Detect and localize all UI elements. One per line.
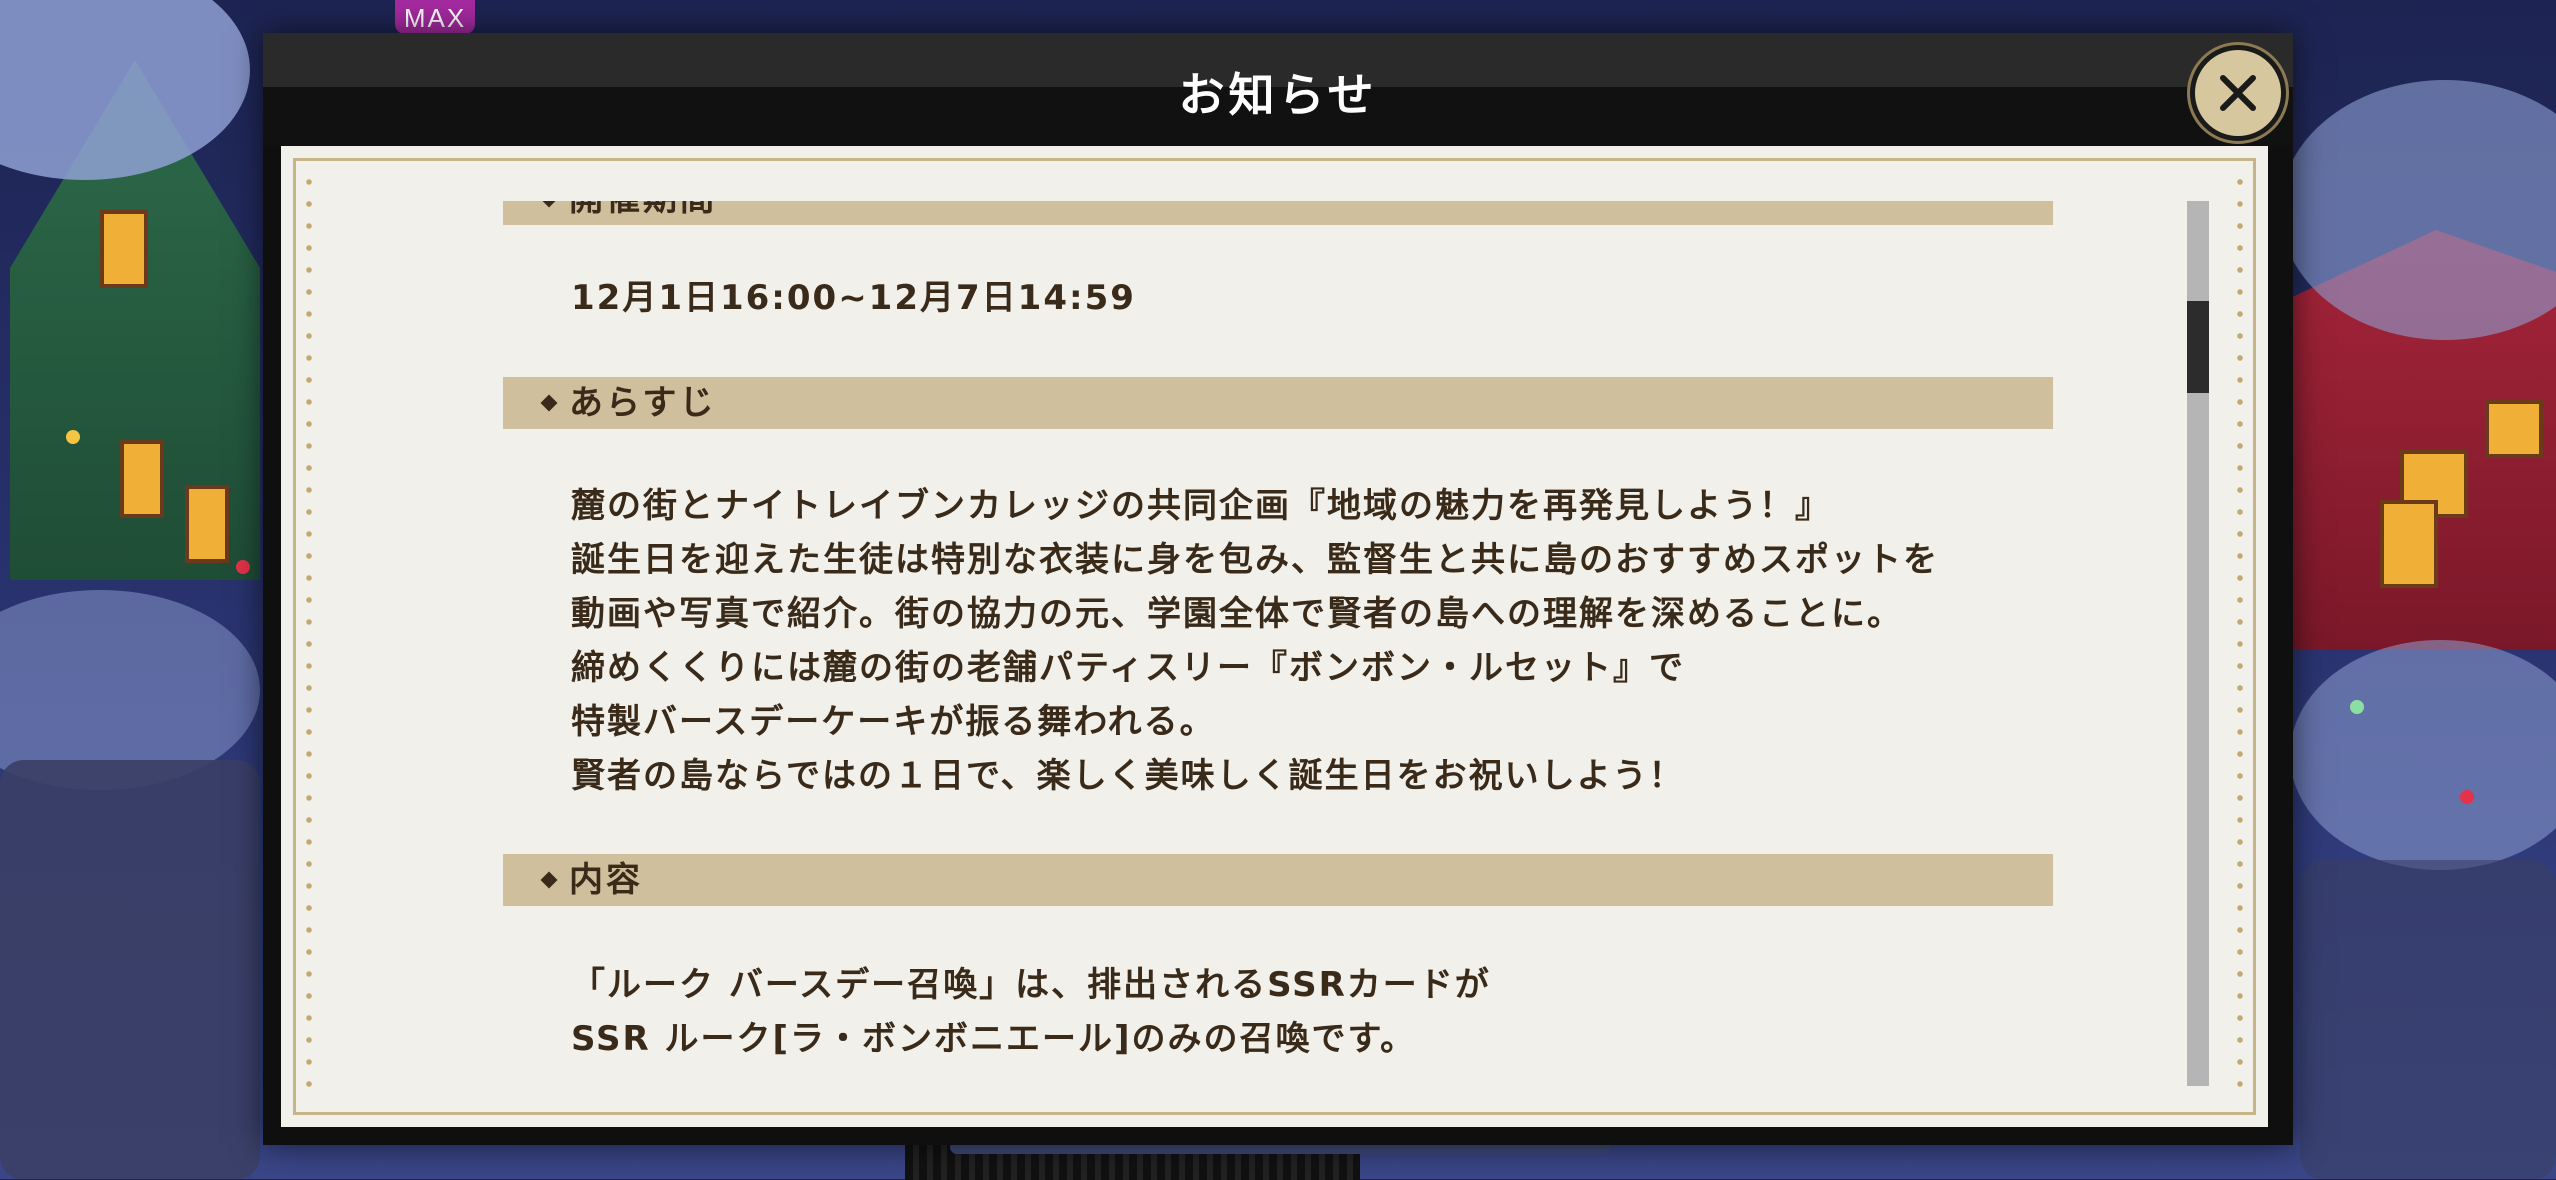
content-body: 「ルーク バースデー召喚」は、排出されるSSRカードが SSR ルーク[ラ・ボン… <box>503 958 2053 1066</box>
light-bulb <box>2460 790 2474 804</box>
snow-decoration <box>2290 640 2556 870</box>
window-light <box>120 440 164 518</box>
window-light <box>2485 400 2543 458</box>
body-line: 麓の街とナイトレイブンカレッジの共同企画『地域の魅力を再発見しよう！』 <box>571 486 1831 526</box>
diamond-bullet-icon <box>540 394 558 412</box>
rock-decoration <box>0 760 260 1179</box>
section-heading-label: 内容 <box>569 860 643 900</box>
close-button[interactable] <box>2190 45 2286 141</box>
light-bulb <box>236 560 250 574</box>
body-line: 誕生日を迎えた生徒は特別な衣装に身を包み、監督生と共に島のおすすめスポットを <box>571 540 1939 580</box>
diamond-bullet-icon <box>540 201 558 208</box>
section-heading-label: 開催期間 <box>569 201 717 219</box>
section-heading-period: 開催期間 <box>503 201 2053 225</box>
max-badge: MAX <box>395 0 475 34</box>
section-heading-synopsis: あらすじ <box>503 377 2053 429</box>
scrollbar-track[interactable] <box>2187 201 2209 1086</box>
body-line: 特製バースデーケーキが振る舞われる。 <box>571 702 1216 742</box>
notice-content[interactable]: 開催期間 12月1日16:00~12月7日14:59 あらすじ 麓の街とナイトレ… <box>503 201 2053 1094</box>
section-heading-label: あらすじ <box>569 383 717 423</box>
body-line: 動画や写真で紹介。街の協力の元、学園全体で賢者の島への理解を深めることに。 <box>571 594 1903 634</box>
close-icon <box>2220 75 2256 111</box>
light-bulb <box>66 430 80 444</box>
body-line: 12月1日16:00~12月7日14:59 <box>571 278 1136 318</box>
dotted-border-left <box>306 171 312 1102</box>
synopsis-body: 麓の街とナイトレイブンカレッジの共同企画『地域の魅力を再発見しよう！』 誕生日を… <box>503 479 2053 803</box>
scrollbar-thumb[interactable] <box>2187 301 2209 393</box>
dotted-border-right <box>2237 171 2243 1102</box>
light-bulb <box>2350 700 2364 714</box>
body-line: 賢者の島ならではの１日で、楽しく美味しく誕生日をお祝いしよう！ <box>571 756 1685 796</box>
rock-decoration <box>2300 860 2556 1179</box>
window-light <box>100 210 148 288</box>
section-heading-content: 内容 <box>503 854 2053 906</box>
body-line: SSR ルーク[ラ・ボンボニエール]のみの召喚です。 <box>571 1019 1417 1059</box>
period-body: 12月1日16:00~12月7日14:59 <box>503 271 2053 325</box>
modal-header: お知らせ <box>263 33 2293 145</box>
notice-paper: 開催期間 12月1日16:00~12月7日14:59 あらすじ 麓の街とナイトレ… <box>281 146 2268 1127</box>
snow-decoration <box>0 0 250 180</box>
diamond-bullet-icon <box>540 871 558 889</box>
body-line: 締めくくりには麓の街の老舗パティスリー『ボンボン・ルセット』で <box>571 648 1685 688</box>
window-light <box>2380 500 2438 588</box>
body-line: 「ルーク バースデー召喚」は、排出されるSSRカードが <box>571 965 1491 1005</box>
window-light <box>185 485 229 563</box>
modal-title: お知らせ <box>1178 68 1378 122</box>
